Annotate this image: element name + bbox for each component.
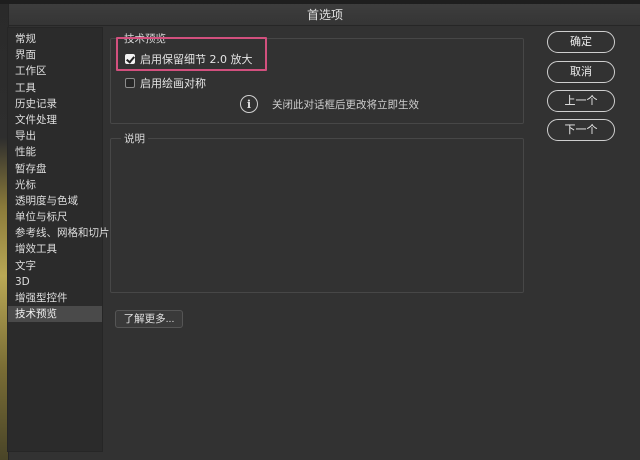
window-title: 首选项: [306, 8, 343, 22]
sidebar-item-cursors[interactable]: 光标: [8, 177, 102, 193]
sidebar-item-performance[interactable]: 性能: [8, 144, 102, 160]
cancel-button[interactable]: 取消: [547, 61, 615, 83]
info-icon: i: [240, 95, 258, 113]
sidebar-item-tools[interactable]: 工具: [8, 80, 102, 96]
sidebar-item-3d[interactable]: 3D: [8, 274, 102, 290]
sidebar-item-technology-previews[interactable]: 技术预览: [8, 306, 102, 323]
group-legend-description: 说明: [121, 131, 148, 146]
sidebar-item-transparency-gamut[interactable]: 透明度与色域: [8, 193, 102, 209]
sidebar-item-scratch-disks[interactable]: 暂存盘: [8, 161, 102, 177]
next-button[interactable]: 下一个: [547, 119, 615, 141]
highlight-annotation: [116, 37, 267, 71]
ok-button[interactable]: 确定: [547, 31, 615, 53]
title-bar[interactable]: 首选项: [9, 4, 640, 26]
sidebar-item-units-rulers[interactable]: 单位与标尺: [8, 209, 102, 225]
prev-button[interactable]: 上一个: [547, 90, 615, 112]
sidebar-item-guides-grid-slices[interactable]: 参考线、网格和切片: [8, 225, 110, 241]
sidebar-item-general[interactable]: 常规: [8, 31, 102, 47]
preferences-sidebar: 常规 界面 工作区 工具 历史记录 文件处理 导出 性能 暂存盘 光标 透明度与…: [7, 27, 110, 452]
sidebar-item-file-handling[interactable]: 文件处理: [8, 112, 102, 128]
paint-symmetry-checkbox-row[interactable]: 启用绘画对称: [125, 75, 206, 91]
sidebar-item-history[interactable]: 历史记录: [8, 96, 102, 112]
sidebar-item-plugins[interactable]: 增效工具: [8, 241, 102, 257]
paint-symmetry-label: 启用绘画对称: [140, 77, 206, 90]
sidebar-item-export[interactable]: 导出: [8, 128, 102, 144]
info-text: 关闭此对话框后更改将立即生效: [272, 98, 419, 111]
info-message: i 关闭此对话框后更改将立即生效: [240, 95, 419, 113]
paint-symmetry-checkbox[interactable]: [125, 78, 135, 88]
sidebar-item-enhanced-controls[interactable]: 增强型控件: [8, 290, 102, 306]
sidebar-item-interface[interactable]: 界面: [8, 47, 102, 63]
sidebar-item-type[interactable]: 文字: [8, 258, 102, 274]
description-group: 说明: [110, 131, 524, 293]
sidebar-item-workspace[interactable]: 工作区: [8, 63, 102, 79]
learn-more-button[interactable]: 了解更多...: [115, 310, 183, 328]
